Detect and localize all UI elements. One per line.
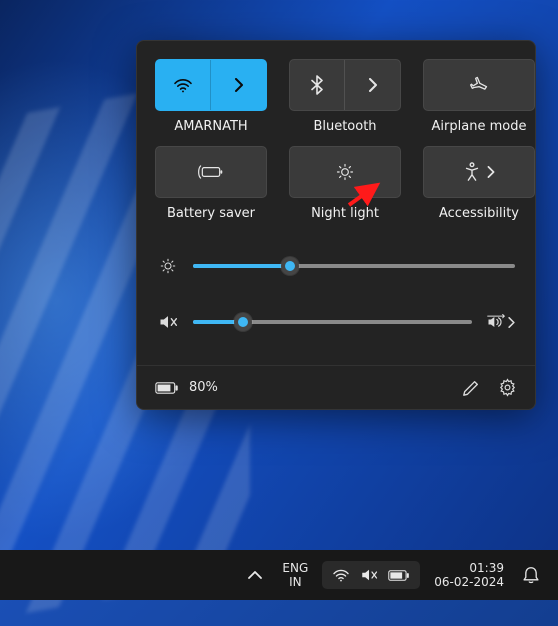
night-light-label: Night light xyxy=(311,206,379,221)
sound-output-button[interactable] xyxy=(486,314,515,330)
battery-saver-label: Battery saver xyxy=(167,206,255,221)
brightness-row xyxy=(155,247,517,285)
speaker-muted-icon xyxy=(158,313,178,331)
taskbar: ENG IN 01:39 06-02-2024 xyxy=(0,550,558,600)
wifi-expand[interactable] xyxy=(211,60,266,110)
accessibility-tile[interactable] xyxy=(423,146,535,198)
airplane-mode-tile[interactable] xyxy=(423,59,535,111)
sound-output-icon xyxy=(486,314,506,330)
language-button[interactable]: ENG IN xyxy=(278,561,312,589)
brightness-icon-button[interactable] xyxy=(157,255,179,277)
battery-icon xyxy=(388,569,410,582)
wifi-icon xyxy=(332,568,350,582)
quick-settings-panel: AMARNATH Bluetooth xyxy=(136,40,536,410)
date-text: 06-02-2024 xyxy=(434,575,504,589)
battery-saver-icon xyxy=(198,164,224,180)
bell-icon xyxy=(522,566,540,585)
clock-button[interactable]: 01:39 06-02-2024 xyxy=(430,561,508,589)
chevron-right-icon xyxy=(508,317,515,328)
chevron-right-icon xyxy=(234,78,244,92)
lang-bottom: IN xyxy=(282,575,308,589)
battery-status-button[interactable]: 80% xyxy=(155,380,218,395)
battery-saver-tile[interactable] xyxy=(155,146,267,198)
battery-icon xyxy=(155,381,179,395)
bluetooth-tile[interactable] xyxy=(289,59,401,111)
quick-settings-tiles: AMARNATH Bluetooth xyxy=(155,59,517,221)
volume-slider[interactable] xyxy=(193,313,472,331)
bluetooth-expand[interactable] xyxy=(345,60,400,110)
settings-button[interactable] xyxy=(498,378,517,397)
chevron-up-icon xyxy=(248,570,262,580)
quick-settings-footer: 80% xyxy=(137,365,535,409)
night-light-tile[interactable] xyxy=(289,146,401,198)
time-text: 01:39 xyxy=(434,561,504,575)
wifi-icon xyxy=(173,77,193,93)
battery-percent-text: 80% xyxy=(189,380,218,395)
brightness-icon xyxy=(159,257,177,275)
airplane-label: Airplane mode xyxy=(432,119,527,134)
accessibility-icon xyxy=(463,162,481,182)
system-tray-button[interactable] xyxy=(322,561,420,589)
notifications-button[interactable] xyxy=(518,562,544,588)
chevron-right-icon xyxy=(368,78,378,92)
bluetooth-toggle[interactable] xyxy=(290,60,345,110)
wifi-label: AMARNATH xyxy=(174,119,247,134)
wifi-toggle[interactable] xyxy=(156,60,211,110)
speaker-muted-icon xyxy=(360,567,378,583)
chevron-right-icon xyxy=(487,166,495,178)
tray-overflow-button[interactable] xyxy=(242,562,268,588)
volume-row xyxy=(155,303,517,341)
airplane-icon xyxy=(469,75,489,95)
accessibility-label: Accessibility xyxy=(439,206,519,221)
night-light-icon xyxy=(335,162,355,182)
bluetooth-label: Bluetooth xyxy=(313,119,376,134)
wifi-tile[interactable] xyxy=(155,59,267,111)
edit-quick-settings-button[interactable] xyxy=(462,379,480,397)
volume-mute-button[interactable] xyxy=(157,311,179,333)
bluetooth-icon xyxy=(311,75,323,95)
pencil-icon xyxy=(462,379,480,397)
lang-top: ENG xyxy=(282,561,308,575)
brightness-slider[interactable] xyxy=(193,257,515,275)
gear-icon xyxy=(498,378,517,397)
